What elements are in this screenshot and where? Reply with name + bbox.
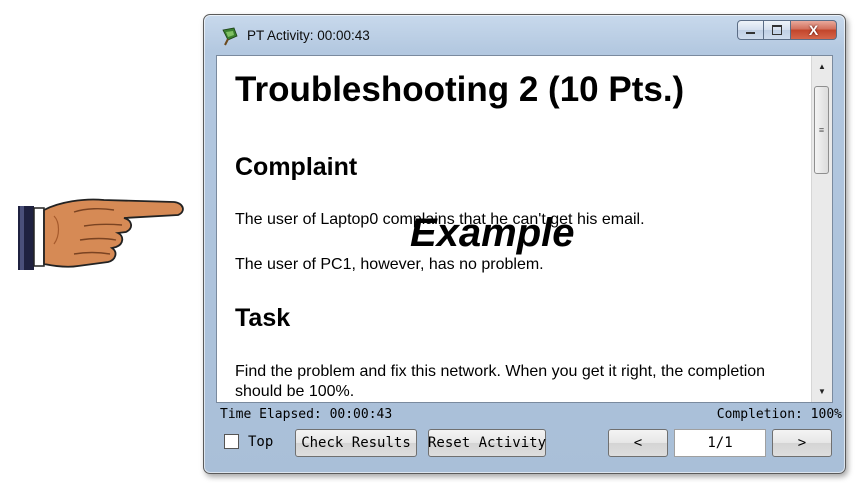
status-row: Time Elapsed: 00:00:43 Completion: 100% (220, 406, 842, 424)
top-checkbox[interactable] (224, 434, 239, 449)
minimize-icon (746, 32, 755, 34)
close-button[interactable]: X (791, 20, 837, 40)
scroll-down-arrow-icon[interactable]: ▼ (812, 383, 832, 400)
check-results-button[interactable]: Check Results (295, 429, 417, 457)
example-watermark: Example (410, 211, 575, 255)
page-indicator: 1/1 (674, 429, 766, 457)
activity-controls: Top Check Results Reset Activity < 1/1 > (204, 428, 847, 460)
time-elapsed: Time Elapsed: 00:00:43 (220, 407, 393, 422)
top-checkbox-label: Top (248, 434, 274, 450)
document-title: Troubleshooting 2 (10 Pts.) (235, 70, 685, 109)
window-controls: X (737, 20, 837, 42)
vertical-scrollbar[interactable]: ▲ ≡ ▼ (811, 56, 832, 402)
instructions-document: Troubleshooting 2 (10 Pts.) Complaint Th… (217, 56, 810, 402)
previous-page-button[interactable]: < (608, 429, 668, 457)
close-icon: X (808, 22, 819, 38)
scroll-thumb[interactable]: ≡ (814, 86, 829, 174)
maximize-button[interactable] (764, 20, 791, 40)
next-page-button[interactable]: > (772, 429, 832, 457)
complaint-paragraph-2: The user of PC1, however, has no problem… (235, 256, 544, 273)
minimize-button[interactable] (737, 20, 764, 40)
packet-tracer-icon (222, 27, 238, 46)
window-title: PT Activity: 00:00:43 (247, 28, 370, 43)
scroll-up-arrow-icon[interactable]: ▲ (812, 58, 832, 75)
completion-percent: Completion: 100% (716, 407, 842, 422)
maximize-icon (772, 25, 782, 35)
complaint-heading: Complaint (235, 153, 358, 181)
instructions-panel[interactable]: Troubleshooting 2 (10 Pts.) Complaint Th… (216, 55, 833, 403)
task-paragraph: Find the problem and fix this network. W… (235, 363, 766, 400)
reset-activity-button[interactable]: Reset Activity (428, 429, 546, 457)
title-bar[interactable]: PT Activity: 00:00:43 X (204, 15, 845, 55)
pt-activity-window: PT Activity: 00:00:43 X Troubleshooting … (203, 14, 846, 474)
pointing-hand-icon (18, 198, 184, 270)
task-heading: Task (235, 304, 291, 332)
